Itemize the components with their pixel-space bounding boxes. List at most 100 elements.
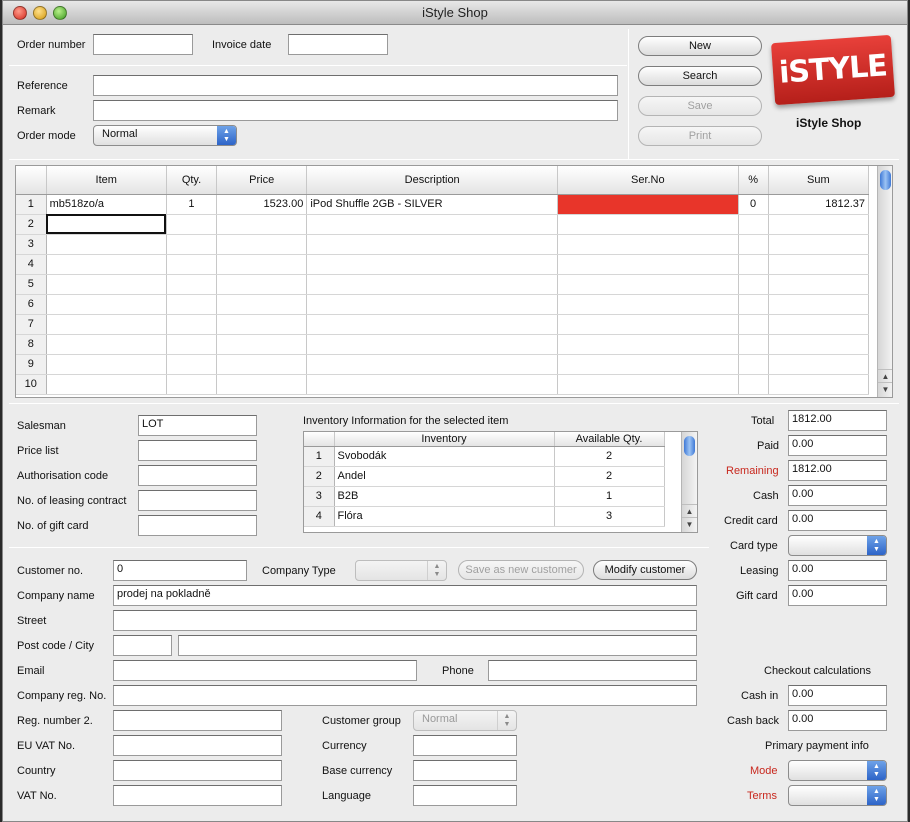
inventory-row[interactable]: 2 Andel 2: [304, 466, 665, 487]
description-cell[interactable]: [306, 374, 559, 395]
table-row[interactable]: 4: [16, 254, 870, 275]
inventory-scroll-thumb[interactable]: [684, 436, 695, 456]
remark-field[interactable]: [93, 100, 618, 121]
qty-cell[interactable]: [166, 234, 218, 255]
item-cell[interactable]: [46, 214, 167, 235]
inventory-scrollbar[interactable]: ▲ ▼: [681, 432, 697, 532]
inventory-row[interactable]: 4 Flóra 3: [304, 506, 665, 527]
sum-cell[interactable]: [768, 374, 870, 395]
description-cell[interactable]: [306, 234, 559, 255]
table-row[interactable]: 6: [16, 294, 870, 315]
leasing-contract-field[interactable]: [138, 490, 257, 511]
cash-back-field[interactable]: 0.00: [788, 710, 887, 731]
reference-field[interactable]: [93, 75, 618, 96]
print-button[interactable]: Print: [638, 126, 762, 146]
inventory-name-cell[interactable]: Svobodák: [334, 446, 555, 467]
qty-cell[interactable]: [166, 274, 218, 295]
order-mode-select[interactable]: Normal ▲ ▼: [93, 125, 237, 146]
serno-cell[interactable]: [557, 354, 739, 375]
price-cell[interactable]: [216, 294, 308, 315]
salesman-field[interactable]: LOT: [138, 415, 257, 436]
card-type-select[interactable]: ▲ ▼: [788, 535, 887, 556]
cash-in-field[interactable]: 0.00: [788, 685, 887, 706]
gift-card-field[interactable]: 0.00: [788, 585, 887, 606]
item-cell[interactable]: [46, 254, 167, 275]
company-name-field[interactable]: prodej na pokladně: [113, 585, 697, 606]
leasing-field[interactable]: 0.00: [788, 560, 887, 581]
terms-select[interactable]: ▲ ▼: [788, 785, 887, 806]
cash-field[interactable]: 0.00: [788, 485, 887, 506]
column-header-percent[interactable]: %: [738, 166, 769, 195]
price-cell[interactable]: [216, 214, 308, 235]
modify-customer-button[interactable]: Modify customer: [593, 560, 697, 580]
email-field[interactable]: [113, 660, 417, 681]
percent-cell[interactable]: [738, 274, 769, 295]
language-field[interactable]: [413, 785, 517, 806]
paid-field[interactable]: 0.00: [788, 435, 887, 456]
column-header-serno[interactable]: Ser.No: [557, 166, 739, 195]
item-cell[interactable]: [46, 314, 167, 335]
scroll-up-icon[interactable]: ▲: [682, 504, 697, 517]
inventory-name-cell[interactable]: Flóra: [334, 506, 555, 527]
items-scroll-thumb[interactable]: [880, 170, 891, 190]
save-button[interactable]: Save: [638, 96, 762, 116]
column-header-sum[interactable]: Sum: [768, 166, 870, 195]
price-cell[interactable]: [216, 234, 308, 255]
column-header-available-qty[interactable]: Available Qty.: [554, 432, 665, 447]
description-cell[interactable]: [306, 274, 559, 295]
item-cell[interactable]: mb518zo/a: [46, 194, 167, 215]
table-row[interactable]: 8: [16, 334, 870, 355]
item-cell[interactable]: [46, 334, 167, 355]
column-header-item[interactable]: Item: [46, 166, 167, 195]
company-type-select[interactable]: ▲ ▼: [355, 560, 447, 581]
available-qty-cell[interactable]: 1: [554, 486, 665, 507]
percent-cell[interactable]: [738, 334, 769, 355]
item-cell[interactable]: [46, 234, 167, 255]
qty-cell[interactable]: [166, 214, 218, 235]
save-as-new-customer-button[interactable]: Save as new customer: [458, 560, 584, 580]
search-button[interactable]: Search: [638, 66, 762, 86]
qty-cell[interactable]: 1: [166, 194, 218, 215]
percent-cell[interactable]: [738, 354, 769, 375]
sum-cell[interactable]: [768, 334, 870, 355]
sum-cell[interactable]: 1812.37: [768, 194, 870, 215]
description-cell[interactable]: iPod Shuffle 2GB - SILVER: [306, 194, 559, 215]
reg-number2-field[interactable]: [113, 710, 282, 731]
serno-cell[interactable]: [557, 294, 739, 315]
credit-card-field[interactable]: 0.00: [788, 510, 887, 531]
table-row[interactable]: 5: [16, 274, 870, 295]
percent-cell[interactable]: [738, 374, 769, 395]
scroll-down-icon[interactable]: ▼: [682, 517, 697, 530]
post-code-field[interactable]: [113, 635, 172, 656]
items-scrollbar[interactable]: ▲ ▼: [877, 166, 892, 397]
serno-cell[interactable]: [557, 314, 739, 335]
table-row[interactable]: 9: [16, 354, 870, 375]
serno-cell[interactable]: [557, 214, 739, 235]
percent-cell[interactable]: 0: [738, 194, 769, 215]
mode-select[interactable]: ▲ ▼: [788, 760, 887, 781]
serno-cell[interactable]: [557, 234, 739, 255]
item-cell[interactable]: [46, 294, 167, 315]
inventory-name-cell[interactable]: B2B: [334, 486, 555, 507]
invoice-date-field[interactable]: [288, 34, 388, 55]
percent-cell[interactable]: [738, 314, 769, 335]
description-cell[interactable]: [306, 214, 559, 235]
serno-cell[interactable]: [557, 254, 739, 275]
percent-cell[interactable]: [738, 214, 769, 235]
total-field[interactable]: 1812.00: [788, 410, 887, 431]
description-cell[interactable]: [306, 314, 559, 335]
price-cell[interactable]: [216, 354, 308, 375]
price-cell[interactable]: [216, 374, 308, 395]
country-field[interactable]: [113, 760, 282, 781]
serno-cell[interactable]: [557, 374, 739, 395]
price-cell[interactable]: 1523.00: [216, 194, 308, 215]
qty-cell[interactable]: [166, 254, 218, 275]
price-list-field[interactable]: [138, 440, 257, 461]
qty-cell[interactable]: [166, 294, 218, 315]
column-header-inventory[interactable]: Inventory: [334, 432, 555, 447]
customer-group-select[interactable]: Normal ▲ ▼: [413, 710, 517, 731]
scroll-up-icon[interactable]: ▲: [878, 369, 892, 382]
qty-cell[interactable]: [166, 354, 218, 375]
base-currency-field[interactable]: [413, 760, 517, 781]
item-cell[interactable]: [46, 354, 167, 375]
